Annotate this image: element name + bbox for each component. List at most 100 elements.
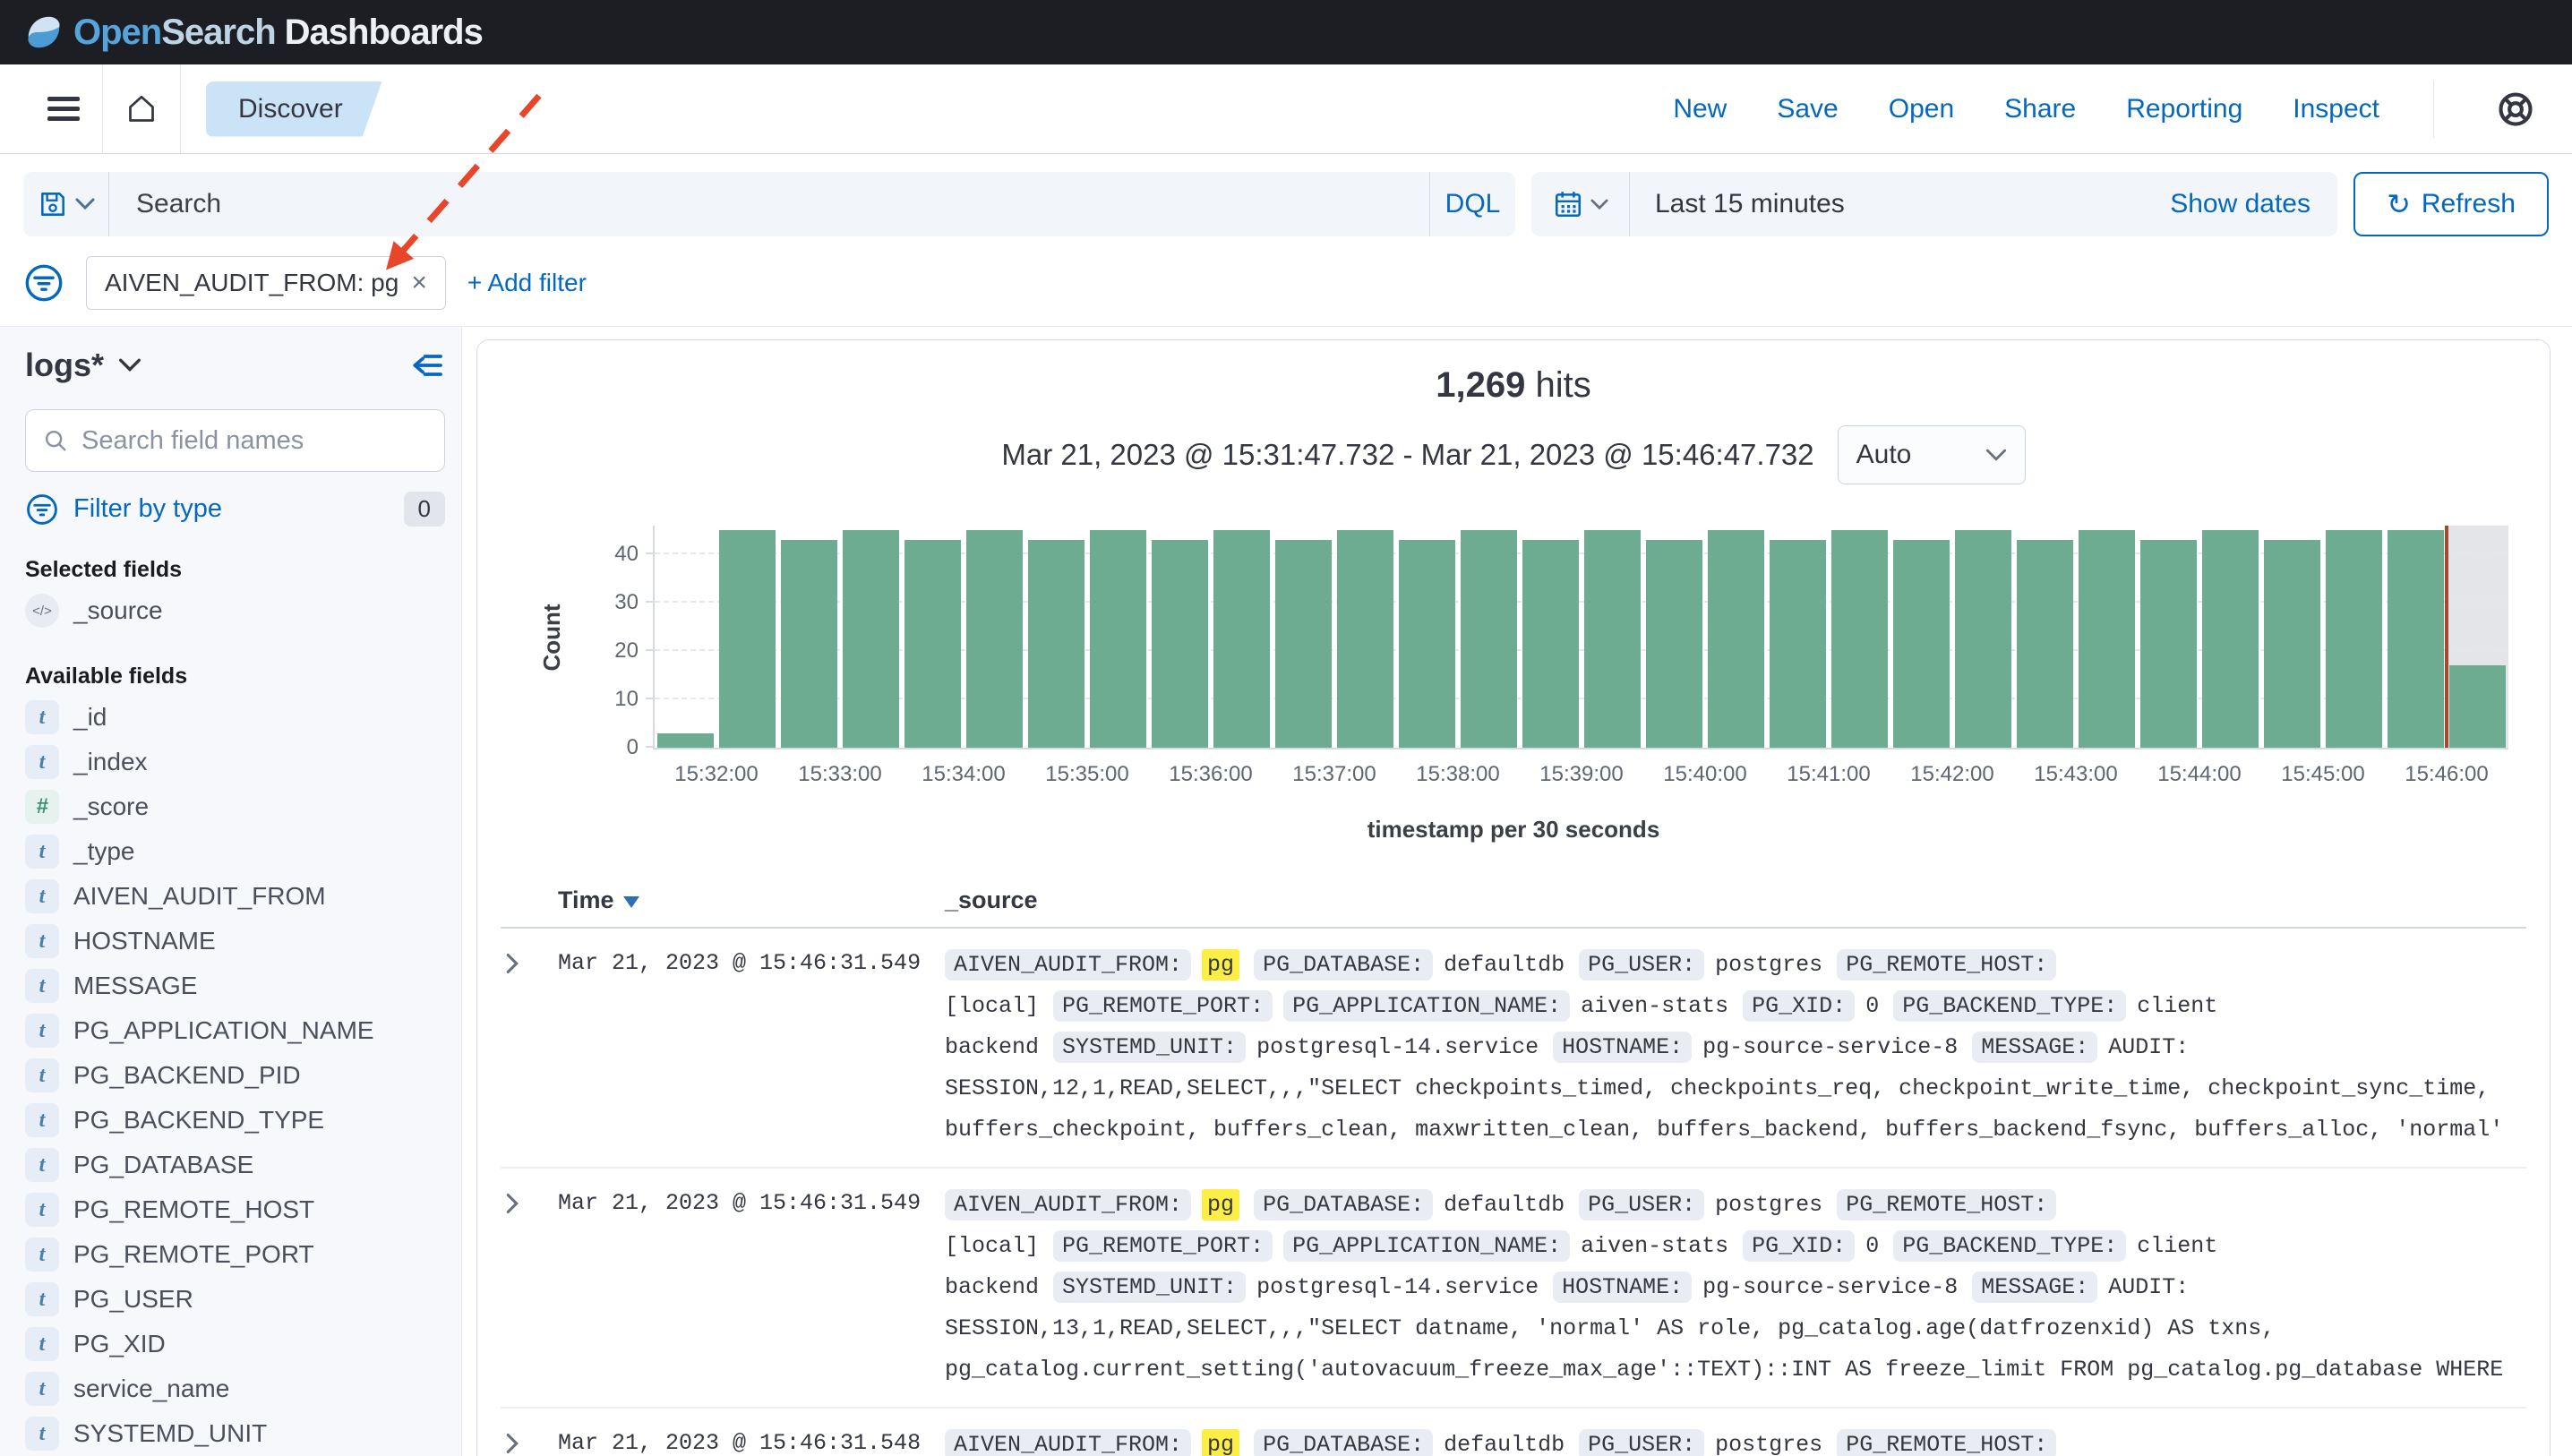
home-icon xyxy=(124,91,159,127)
histogram-bar[interactable] xyxy=(1708,530,1764,748)
x-tick-label: 15:40:00 xyxy=(1663,762,1746,787)
interval-select[interactable]: Auto xyxy=(1838,425,2026,484)
field-item-_source[interactable]: </>_source xyxy=(25,588,445,633)
field-item-_id[interactable]: t_id xyxy=(25,695,445,740)
histogram-bar[interactable] xyxy=(2264,540,2320,748)
field-label: PG_BACKEND_PID xyxy=(73,1061,301,1090)
text-field-icon: t xyxy=(25,1282,59,1316)
time-range-value[interactable]: Last 15 minutes xyxy=(1630,189,2170,219)
saved-query-button[interactable] xyxy=(23,172,109,236)
x-tick-label: 15:34:00 xyxy=(922,762,1005,787)
query-language-button[interactable]: DQL xyxy=(1429,172,1515,236)
histogram-chart[interactable]: Count 01020304015:32:0015:33:0015:34:001… xyxy=(653,526,2508,749)
histogram-bar[interactable] xyxy=(781,540,837,748)
histogram-bar[interactable] xyxy=(2140,540,2197,748)
nav-link-save[interactable]: Save xyxy=(1777,94,1838,124)
chevron-right-icon xyxy=(501,1192,524,1215)
expand-row-button[interactable] xyxy=(501,1185,558,1391)
histogram-bar[interactable] xyxy=(2202,530,2259,748)
field-item-PG_BACKEND_TYPE[interactable]: tPG_BACKEND_TYPE xyxy=(25,1098,445,1143)
opensearch-logo[interactable]: OpenSearchDashboards xyxy=(23,12,483,53)
histogram-bar[interactable] xyxy=(2017,540,2073,748)
histogram-bar[interactable] xyxy=(1893,540,1950,748)
field-item-_type[interactable]: t_type xyxy=(25,829,445,874)
refresh-button[interactable]: ↻ Refresh xyxy=(2353,172,2549,236)
expand-row-button[interactable] xyxy=(501,1425,558,1456)
histogram-bar[interactable] xyxy=(1646,540,1702,748)
field-label: _source xyxy=(73,596,163,625)
histogram-bar[interactable] xyxy=(904,540,961,748)
filter-by-type-button[interactable]: Filter by type 0 xyxy=(25,492,445,527)
field-value: postgres xyxy=(1715,1432,1822,1456)
field-item-PG_APPLICATION_NAME[interactable]: tPG_APPLICATION_NAME xyxy=(25,1008,445,1053)
histogram-bar[interactable] xyxy=(2449,665,2506,748)
field-item-SYSTEMD_UNIT[interactable]: tSYSTEMD_UNIT xyxy=(25,1411,445,1456)
histogram-bar[interactable] xyxy=(2079,530,2135,748)
field-name-badge: PG_REMOTE_HOST: xyxy=(1837,1189,2056,1220)
field-name-badge: PG_REMOTE_HOST: xyxy=(1837,1429,2056,1456)
field-item-PG_XID[interactable]: tPG_XID xyxy=(25,1322,445,1366)
histogram-bar[interactable] xyxy=(1584,530,1641,748)
show-dates-button[interactable]: Show dates xyxy=(2170,189,2337,219)
field-item-PG_DATABASE[interactable]: tPG_DATABASE xyxy=(25,1143,445,1187)
filter-pill-aiven-audit-from[interactable]: AIVEN_AUDIT_FROM: pg × xyxy=(86,256,446,310)
remove-filter-icon[interactable]: × xyxy=(411,268,427,298)
x-tick-label: 15:42:00 xyxy=(1910,762,1993,787)
field-item-AIVEN_AUDIT_FROM[interactable]: tAIVEN_AUDIT_FROM xyxy=(25,874,445,919)
search-input[interactable] xyxy=(109,172,1429,236)
histogram-bar[interactable] xyxy=(1152,540,1208,748)
field-item-MESSAGE[interactable]: tMESSAGE xyxy=(25,964,445,1008)
y-tick-label: 10 xyxy=(585,687,639,712)
histogram-bar[interactable] xyxy=(1770,540,1826,748)
histogram-bar[interactable] xyxy=(1090,530,1146,748)
histogram-bar[interactable] xyxy=(1337,530,1393,748)
help-button[interactable] xyxy=(2484,90,2547,129)
nav-link-open[interactable]: Open xyxy=(1889,94,1954,124)
add-filter-button[interactable]: + Add filter xyxy=(467,269,587,297)
histogram-bar[interactable] xyxy=(1028,540,1085,748)
histogram-bar[interactable] xyxy=(657,733,714,748)
histogram-bar[interactable] xyxy=(1275,540,1332,748)
field-name-badge: SYSTEMD_UNIT: xyxy=(1053,1032,1246,1063)
text-field-icon: t xyxy=(25,1193,59,1227)
histogram-bar[interactable] xyxy=(1955,530,2011,748)
histogram-bar[interactable] xyxy=(2388,530,2444,748)
selected-fields-list: </>_source xyxy=(25,588,445,633)
index-pattern-selector[interactable]: logs* xyxy=(25,347,141,384)
date-picker-button[interactable] xyxy=(1531,172,1630,236)
histogram-bar[interactable] xyxy=(966,530,1023,748)
field-item-PG_BACKEND_PID[interactable]: tPG_BACKEND_PID xyxy=(25,1053,445,1098)
field-item-PG_USER[interactable]: tPG_USER xyxy=(25,1277,445,1322)
histogram-bar[interactable] xyxy=(2326,530,2382,748)
home-button[interactable] xyxy=(103,64,180,153)
field-search-input[interactable] xyxy=(81,426,428,456)
chevron-down-icon xyxy=(75,198,95,210)
field-value: postgres xyxy=(1715,1192,1822,1218)
field-label: PG_BACKEND_TYPE xyxy=(73,1106,324,1135)
chevron-right-icon xyxy=(501,1432,524,1455)
expand-row-button[interactable] xyxy=(501,945,558,1151)
histogram-bar[interactable] xyxy=(1213,530,1270,748)
histogram-bar[interactable] xyxy=(1461,530,1517,748)
field-item-PG_REMOTE_HOST[interactable]: tPG_REMOTE_HOST xyxy=(25,1187,445,1232)
field-item-_index[interactable]: t_index xyxy=(25,740,445,784)
field-label: _id xyxy=(73,703,107,732)
nav-link-reporting[interactable]: Reporting xyxy=(2126,94,2242,124)
tab-discover[interactable]: Discover xyxy=(206,81,382,137)
field-name-badge: PG_XID: xyxy=(1743,990,1855,1022)
nav-link-inspect[interactable]: Inspect xyxy=(2293,94,2379,124)
menu-button[interactable] xyxy=(25,64,102,153)
field-item-_score[interactable]: #_score xyxy=(25,784,445,829)
histogram-bar[interactable] xyxy=(843,530,899,748)
histogram-bar[interactable] xyxy=(1399,540,1455,748)
field-item-service_name[interactable]: tservice_name xyxy=(25,1366,445,1411)
field-item-PG_REMOTE_PORT[interactable]: tPG_REMOTE_PORT xyxy=(25,1232,445,1277)
histogram-bar[interactable] xyxy=(1831,530,1888,748)
field-item-HOSTNAME[interactable]: tHOSTNAME xyxy=(25,919,445,964)
nav-link-share[interactable]: Share xyxy=(2004,94,2076,124)
histogram-bar[interactable] xyxy=(1522,540,1579,748)
nav-link-new[interactable]: New xyxy=(1673,94,1727,124)
histogram-bar[interactable] xyxy=(719,530,776,748)
collapse-sidebar-button[interactable] xyxy=(409,347,445,383)
column-header-time[interactable]: Time xyxy=(558,886,945,914)
